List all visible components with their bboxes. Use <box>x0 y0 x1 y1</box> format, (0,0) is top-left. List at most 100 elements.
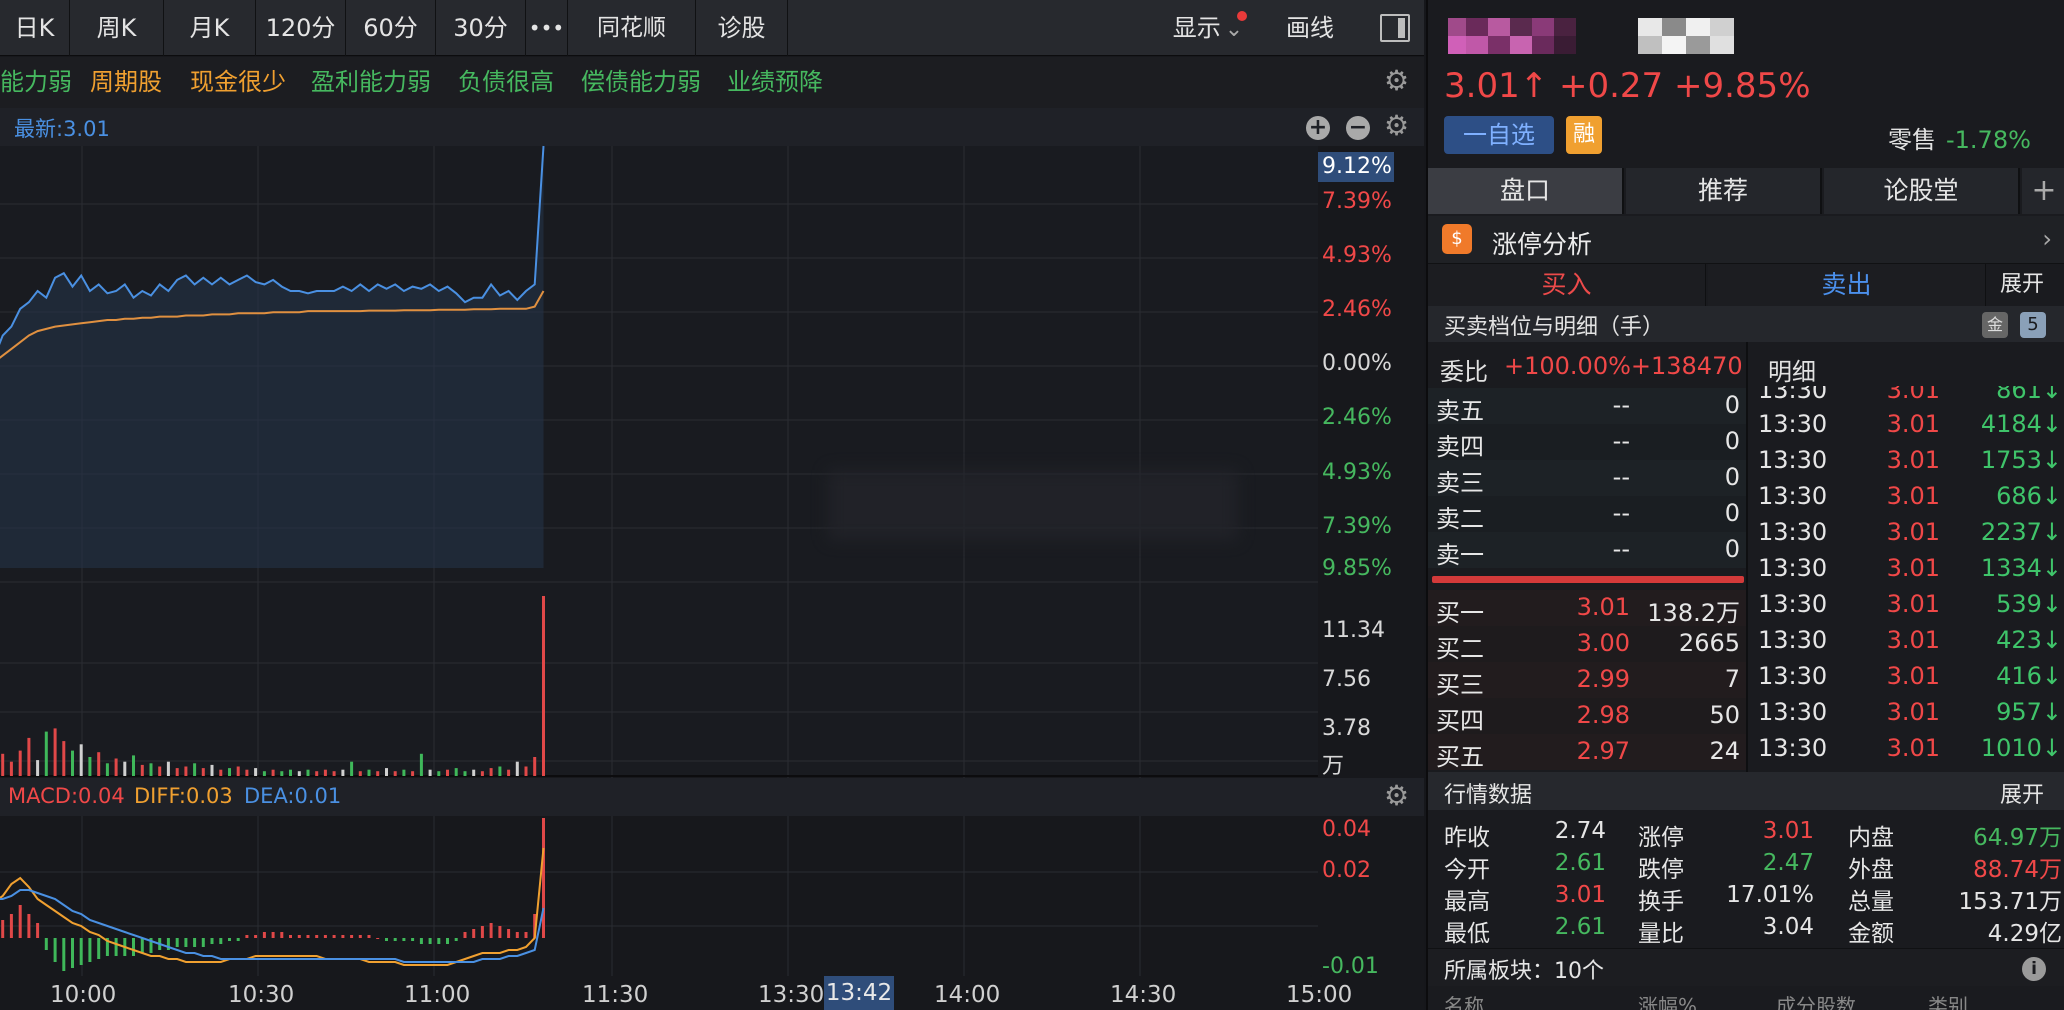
tick-volume: 423↓ <box>1996 626 2062 654</box>
ask-row[interactable]: 卖五 -- 0 <box>1428 388 1746 425</box>
layout-toggle-icon[interactable] <box>1380 14 1410 42</box>
tick-row: 13:30 3.01 4184↓ <box>1758 408 2064 442</box>
volume-bar <box>350 761 354 776</box>
tick-detail-list[interactable]: 13:30 3.01 861↓ 13:30 3.01 4184↓ 13:30 3… <box>1758 386 2064 772</box>
macd-bar <box>480 926 484 938</box>
zoom-out-icon[interactable]: − <box>1346 116 1370 140</box>
volume-bar <box>306 769 310 776</box>
level2-icon[interactable]: 金 <box>1982 312 2008 338</box>
volume-bar <box>228 768 231 776</box>
order-ratio-row: 委比 +100.00%+1384706 <box>1428 350 1746 386</box>
ask-volume: 0 <box>1724 463 1740 491</box>
price-settings-gear-icon[interactable]: ⚙ <box>1384 112 1409 140</box>
tick-price: 3.01 <box>1886 446 1940 474</box>
macd-bar <box>210 938 214 944</box>
volume-bar <box>341 769 345 776</box>
volume-bar <box>385 768 388 776</box>
volume-bar <box>358 771 362 776</box>
expand-trade-button[interactable]: 展开 <box>2000 264 2044 306</box>
macd-bar <box>236 938 240 941</box>
price-axis-label: 7.39% <box>1322 514 1392 539</box>
volume-bar <box>44 731 48 776</box>
volume-bar <box>262 771 266 776</box>
market-data-header: 行情数据 展开 <box>1428 772 2064 810</box>
tick-price: 3.01 <box>1886 386 1940 404</box>
macd-bar <box>446 938 449 944</box>
buy-sell-row: 买入 卖出 展开 <box>1428 264 2064 306</box>
bid-level-label: 买四 <box>1436 707 1484 735</box>
macd-bar <box>515 932 519 938</box>
macd-bar <box>1 920 5 938</box>
tick-time: 13:30 <box>1758 734 1828 762</box>
tick-row: 13:30 3.01 539↓ <box>1758 588 2064 622</box>
tab-orderbook[interactable]: 盘口 <box>1428 168 1624 214</box>
market-data-label: 总量 <box>1848 889 1894 915</box>
market-data-expand-button[interactable]: 展开 <box>2000 777 2044 809</box>
sector-count-row[interactable]: 所属板块：10个 i <box>1428 948 2064 986</box>
volume-bar <box>323 769 327 776</box>
bid-row[interactable]: 买三 2.99 7 <box>1428 662 1746 699</box>
ask-row[interactable]: 卖四 -- 0 <box>1428 424 1746 461</box>
tab-forum[interactable]: 论股堂 <box>1824 168 2020 214</box>
bid-row[interactable]: 买四 2.98 50 <box>1428 698 1746 735</box>
macd-bar <box>36 923 40 938</box>
tags-settings-gear-icon[interactable]: ⚙ <box>1384 67 1409 95</box>
volume-bar <box>254 768 258 776</box>
ask-row[interactable]: 卖二 -- 0 <box>1428 496 1746 533</box>
bid-price: 2.98 <box>1576 701 1630 729</box>
dea-value-label: DEA:0.01 <box>244 784 342 808</box>
volume-bar <box>166 761 170 776</box>
info-icon[interactable]: i <box>2022 957 2046 981</box>
time-axis-label: 10:00 <box>50 982 117 1008</box>
volume-bar <box>219 769 223 776</box>
tick-time: 13:30 <box>1758 698 1828 726</box>
sell-button[interactable]: 卖出 <box>1708 264 1986 306</box>
bid-level-label: 买二 <box>1436 635 1484 663</box>
macd-bar <box>358 935 362 938</box>
volume-bar <box>402 769 406 776</box>
volume-bar <box>210 764 214 776</box>
depth-level-button[interactable]: 5 <box>2020 312 2046 338</box>
tick-price: 3.01 <box>1886 734 1940 762</box>
tick-volume: 539↓ <box>1996 590 2062 618</box>
bid-level-label: 买一 <box>1436 599 1484 627</box>
macd-settings-gear-icon[interactable]: ⚙ <box>1384 782 1409 810</box>
market-data-value: 3.01 <box>1554 882 1606 908</box>
quote-panel: 3.01↑ +0.27 +9.85% 一自选 融 零售 -1.78% 盘口 推荐 … <box>1426 0 2064 1010</box>
time-axis-label: 11:00 <box>404 982 471 1008</box>
add-tab-button[interactable]: + <box>2022 168 2064 214</box>
bid-row[interactable]: 买五 2.97 24 <box>1428 734 1746 771</box>
macd-bar <box>114 938 118 956</box>
sector-col-count: 成分股数 <box>1776 994 1856 1010</box>
tick-time: 13:30 <box>1758 590 1828 618</box>
ask-level-label: 卖四 <box>1436 433 1484 461</box>
add-favorite-button[interactable]: 一自选 <box>1444 116 1554 154</box>
ask-row[interactable]: 卖一 -- 0 <box>1428 532 1746 569</box>
macd-bar <box>271 932 275 938</box>
tick-row: 13:30 3.01 1753↓ <box>1758 444 2064 478</box>
sector-col-change: 涨幅% <box>1638 994 1698 1010</box>
bid-row[interactable]: 买一 3.01 138.2万 <box>1428 590 1746 627</box>
tick-price: 3.01 <box>1886 482 1940 510</box>
macd-bar <box>454 938 458 941</box>
ask-price: -- <box>1612 427 1630 455</box>
bid-row[interactable]: 买二 3.00 2665 <box>1428 626 1746 663</box>
volume-bar <box>446 769 449 776</box>
buy-button[interactable]: 买入 <box>1428 264 1706 306</box>
price-axis-label: 7.39% <box>1322 189 1392 214</box>
tab-recommend[interactable]: 推荐 <box>1626 168 1822 214</box>
macd-bar <box>88 938 92 962</box>
sector-col-type: 类别 <box>1928 994 1968 1010</box>
ask-volume: 0 <box>1724 391 1740 419</box>
ask-level-label: 卖三 <box>1436 469 1484 497</box>
macd-bar <box>419 938 423 944</box>
limit-up-analysis-row[interactable]: $ 涨停分析 › <box>1428 216 2064 264</box>
time-axis-label: 15:00 <box>1286 982 1353 1008</box>
tick-price: 3.01 <box>1886 662 1940 690</box>
sector-change[interactable]: 零售 -1.78% <box>1888 120 2031 155</box>
volume-bar <box>280 771 284 776</box>
market-data-label: 涨停 <box>1638 825 1684 851</box>
macd-bar <box>228 938 231 941</box>
ask-row[interactable]: 卖三 -- 0 <box>1428 460 1746 497</box>
macd-bar <box>385 938 388 941</box>
